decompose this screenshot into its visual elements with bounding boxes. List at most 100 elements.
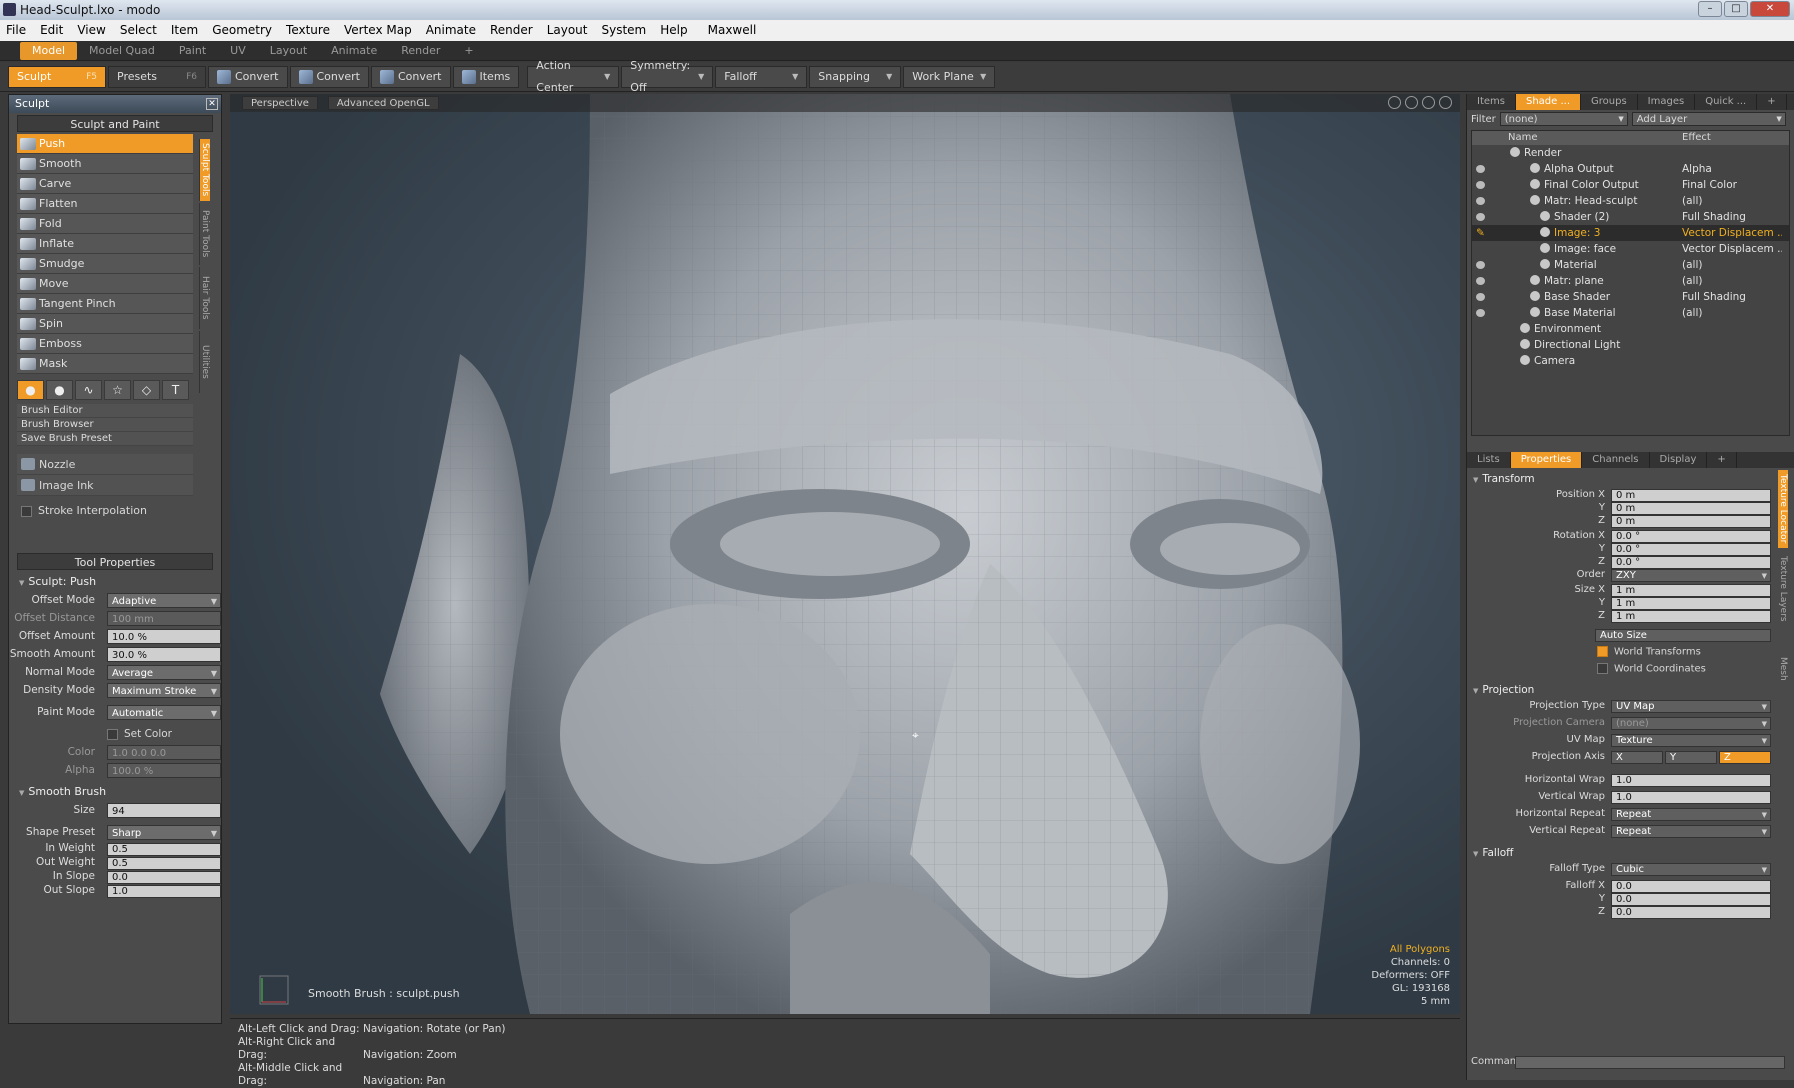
move-view-icon[interactable] xyxy=(1388,96,1401,109)
snapping-dropdown[interactable]: Snapping ▼ xyxy=(809,65,902,88)
smooth-amount-field[interactable]: 30.0 % xyxy=(107,647,221,662)
tab-animate[interactable]: Animate xyxy=(319,42,389,60)
menu-layout[interactable]: Layout xyxy=(547,20,588,41)
eye-icon[interactable] xyxy=(1476,165,1485,173)
menu-geometry[interactable]: Geometry xyxy=(212,20,272,41)
eye-icon[interactable] xyxy=(1476,277,1485,285)
falloff-dropdown[interactable]: Falloff ▼ xyxy=(715,65,808,88)
image-brush-icon[interactable]: ◇ xyxy=(133,380,160,400)
tab-mesh[interactable]: Mesh xyxy=(1778,630,1788,708)
eye-icon[interactable] xyxy=(1476,293,1485,301)
rotate-view-icon[interactable] xyxy=(1405,96,1418,109)
filter-select[interactable]: (none) ▼ xyxy=(1499,112,1628,126)
menu-vertex-map[interactable]: Vertex Map xyxy=(344,20,412,41)
projection-type-select[interactable]: UV Map ▼ xyxy=(1611,700,1771,713)
menu-edit[interactable]: Edit xyxy=(40,20,63,41)
world-transforms-checkbox[interactable] xyxy=(1597,646,1608,657)
size-y-field[interactable]: 1 m xyxy=(1611,597,1771,610)
horizontal-wrap-field[interactable]: 1.0 xyxy=(1611,774,1771,787)
tool-move[interactable]: Move xyxy=(17,274,193,294)
shader-row[interactable]: Environment xyxy=(1472,321,1789,337)
render-mode-button[interactable]: Advanced OpenGL xyxy=(327,96,439,110)
menu-help[interactable]: Help xyxy=(660,20,687,41)
shader-row[interactable]: Matr: Head-sculpt (all) xyxy=(1472,193,1789,209)
position-y-field[interactable]: 0 m xyxy=(1611,502,1771,515)
menu-maxwell[interactable]: Maxwell xyxy=(708,20,757,41)
symmetry-dropdown[interactable]: Symmetry: Off ▼ xyxy=(621,59,714,94)
menu-render[interactable]: Render xyxy=(490,20,533,41)
world-transforms-row[interactable]: World Transforms xyxy=(1597,646,1701,658)
menu-system[interactable]: System xyxy=(602,20,647,41)
tab-paint[interactable]: Paint xyxy=(167,42,218,60)
smooth-brush-group[interactable]: Smooth Brush xyxy=(15,784,215,800)
alpha-field[interactable]: 100.0 % xyxy=(107,763,221,778)
projection-camera-select[interactable]: (none) ▼ xyxy=(1611,717,1771,730)
tool-smooth[interactable]: Smooth xyxy=(17,154,193,174)
tab-texture-locator[interactable]: Texture Locator xyxy=(1778,470,1788,548)
tab-model-quad[interactable]: Model Quad xyxy=(77,42,167,60)
brush-browser-link[interactable]: Brush Browser xyxy=(17,418,193,432)
procedural-brush-icon[interactable]: ∿ xyxy=(75,380,102,400)
world-coords-row[interactable]: World Coordinates xyxy=(1597,663,1706,675)
convert-button-2[interactable]: Convert xyxy=(289,65,369,88)
tab-shade[interactable]: Shade ... xyxy=(1515,94,1582,110)
color-field[interactable]: 1.0 0.0 0.0 xyxy=(107,745,221,760)
rotation-x-field[interactable]: 0.0 ° xyxy=(1611,530,1771,543)
add-tab-button[interactable]: + xyxy=(452,42,485,60)
brush-editor-link[interactable]: Brush Editor xyxy=(17,404,193,418)
tab-lists[interactable]: Lists xyxy=(1467,452,1511,468)
order-select[interactable]: ZXY ▼ xyxy=(1611,569,1771,582)
eye-icon[interactable] xyxy=(1476,309,1485,317)
stroke-interp-row[interactable]: Stroke Interpolation xyxy=(21,504,209,517)
tab-quick[interactable]: Quick ... xyxy=(1695,94,1758,110)
tab-model[interactable]: Model xyxy=(20,41,78,60)
rotation-y-field[interactable]: 0.0 ° xyxy=(1611,543,1771,556)
density-mode-select[interactable]: Maximum Stroke ▼ xyxy=(107,683,221,698)
vertical-wrap-field[interactable]: 1.0 xyxy=(1611,791,1771,804)
shader-row[interactable]: Shader (2) Full Shading xyxy=(1472,209,1789,225)
shader-row[interactable]: Matr: plane (all) xyxy=(1472,273,1789,289)
tool-flatten[interactable]: Flatten xyxy=(17,194,193,214)
tab-layout[interactable]: Layout xyxy=(258,42,319,60)
axis-z-button[interactable]: Z xyxy=(1719,751,1771,764)
menu-file[interactable]: File xyxy=(6,20,26,41)
tab-uv[interactable]: UV xyxy=(218,42,258,60)
tab-channels[interactable]: Channels xyxy=(1582,452,1650,468)
zoom-view-icon[interactable] xyxy=(1422,96,1435,109)
paint-mode-select[interactable]: Automatic ▼ xyxy=(107,705,221,720)
tool-carve[interactable]: Carve xyxy=(17,174,193,194)
sculpt-button[interactable]: Sculpt F5 xyxy=(8,65,106,88)
view-mode-button[interactable]: Perspective xyxy=(242,96,318,110)
menu-animate[interactable]: Animate xyxy=(426,20,476,41)
tool-push[interactable]: Push xyxy=(17,134,193,154)
shader-row[interactable]: Material (all) xyxy=(1472,257,1789,273)
rotation-z-field[interactable]: 0.0 ° xyxy=(1611,556,1771,569)
convert-button-1[interactable]: Convert xyxy=(208,65,288,88)
tool-emboss[interactable]: Emboss xyxy=(17,334,193,354)
world-coords-checkbox[interactable] xyxy=(1597,663,1608,674)
presets-button[interactable]: Presets F6 xyxy=(108,65,206,88)
tab-hair-tools[interactable]: Hair Tools xyxy=(199,267,210,329)
menu-texture[interactable]: Texture xyxy=(286,20,330,41)
star-brush-icon[interactable]: ☆ xyxy=(104,380,131,400)
transform-group[interactable]: Transform xyxy=(1473,472,1791,487)
work-plane-dropdown[interactable]: Work Plane ▼ xyxy=(903,65,996,88)
projection-group[interactable]: Projection xyxy=(1473,683,1791,698)
eye-icon[interactable] xyxy=(1476,261,1485,269)
eye-icon[interactable] xyxy=(1476,181,1485,189)
tab-groups[interactable]: Groups xyxy=(1581,94,1638,110)
falloff-z-field[interactable]: 0.0 xyxy=(1611,906,1771,919)
falloff-type-select[interactable]: Cubic ▼ xyxy=(1611,863,1771,876)
tab-properties[interactable]: Properties xyxy=(1510,452,1583,468)
offset-distance-field[interactable]: 100 mm xyxy=(107,611,221,626)
maximize-view-icon[interactable] xyxy=(1439,96,1452,109)
minimize-button[interactable]: – xyxy=(1698,1,1722,17)
maximize-button[interactable]: □ xyxy=(1724,1,1748,17)
in-weight-field[interactable]: 0.5 xyxy=(107,843,221,856)
tab-images[interactable]: Images xyxy=(1638,94,1696,110)
shader-row[interactable]: Render xyxy=(1472,145,1789,161)
items-button[interactable]: Items xyxy=(452,65,520,88)
stroke-interp-checkbox[interactable] xyxy=(21,505,32,517)
close-icon[interactable]: ✕ xyxy=(206,98,218,110)
tab-render[interactable]: Render xyxy=(389,42,452,60)
